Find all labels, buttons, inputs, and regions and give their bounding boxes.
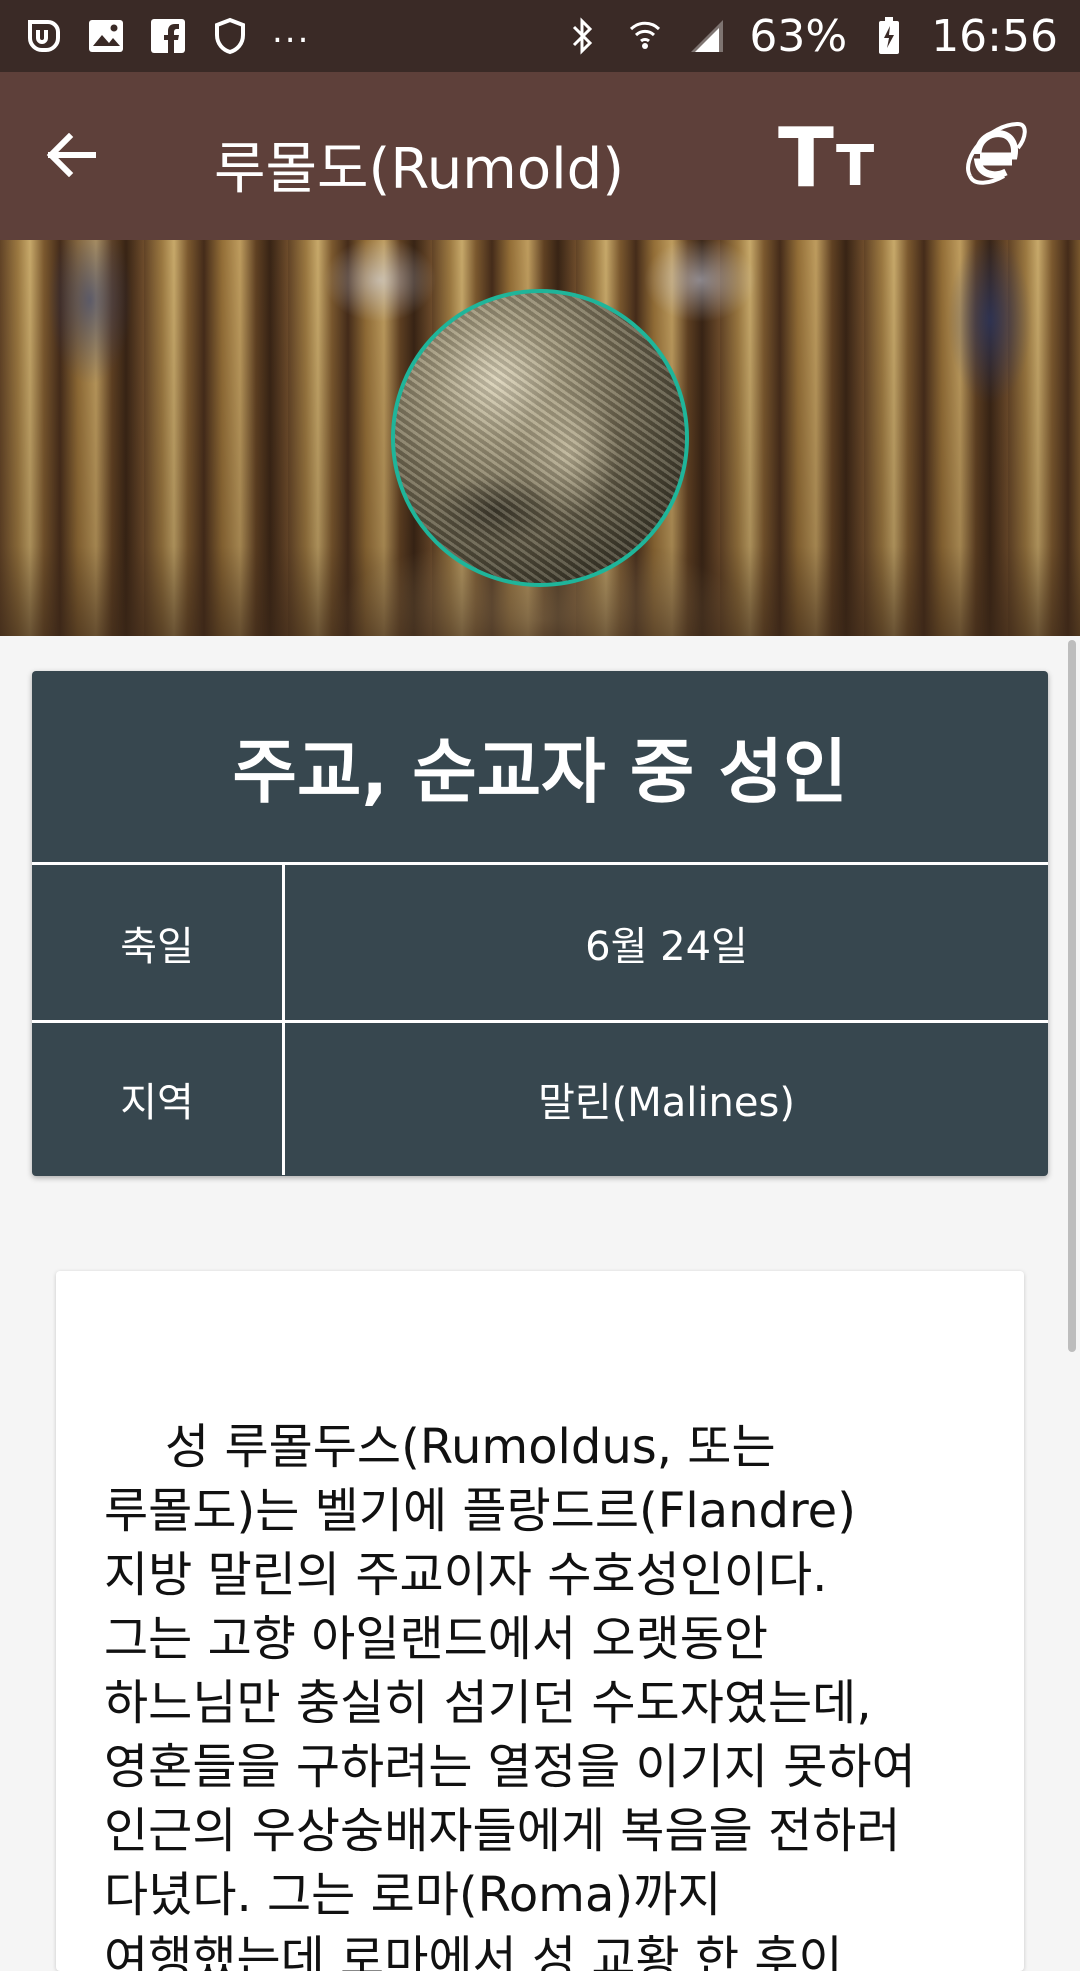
battery-percent: 63% — [749, 10, 848, 62]
saint-info-card: 주교, 순교자 중 성인 축일 6월 24일 지역 말린(Malines) — [32, 671, 1048, 1176]
info-row-region: 지역 말린(Malines) — [32, 1020, 1048, 1175]
status-bar-right: 63% 16:56 — [563, 11, 1058, 62]
status-bar-left: ... — [24, 11, 310, 56]
biography-text: 성 루몰두스(Rumoldus, 또는 루몰도)는 벨기에 플랑드르(Fland… — [104, 1419, 916, 1971]
region-label: 지역 — [32, 1023, 285, 1175]
arrow-back-icon — [45, 132, 97, 181]
feast-day-label: 축일 — [32, 865, 285, 1020]
back-button[interactable] — [36, 122, 106, 192]
facebook-icon — [148, 16, 188, 56]
region-value: 말린(Malines) — [538, 1080, 795, 1126]
saint-category: 주교, 순교자 중 성인 — [32, 671, 1048, 865]
font-size-icon-small: T — [835, 134, 875, 199]
bluetooth-icon — [563, 16, 603, 56]
info-row-feast-day: 축일 6월 24일 — [32, 865, 1048, 1020]
scrollbar[interactable] — [1068, 640, 1076, 1352]
shield-icon — [210, 16, 250, 56]
status-bar: ... 63% 16:56 — [0, 0, 1080, 72]
app-bar: 루몰도(Rumold) T T — [0, 72, 1080, 240]
battery-charging-icon — [869, 16, 909, 56]
portrait-engraving — [395, 293, 685, 583]
font-size-button[interactable]: T T — [778, 111, 878, 206]
internet-explorer-icon — [960, 118, 1030, 194]
feast-day-value: 6월 24일 — [585, 923, 748, 970]
uplus-icon — [24, 16, 64, 56]
biography-card: 성 루몰두스(Rumoldus, 또는 루몰도)는 벨기에 플랑드르(Fland… — [56, 1271, 1024, 1971]
saint-portrait — [391, 289, 689, 587]
header-image — [0, 240, 1080, 636]
wifi-icon — [625, 16, 665, 56]
font-size-icon-large: T — [778, 111, 834, 206]
open-browser-button[interactable] — [958, 116, 1032, 196]
clock: 16:56 — [931, 10, 1058, 62]
page-title: 루몰도(Rumold) — [214, 137, 625, 202]
more-notifications-indicator: ... — [272, 11, 311, 51]
signal-icon — [687, 16, 727, 56]
gallery-icon — [86, 16, 126, 56]
